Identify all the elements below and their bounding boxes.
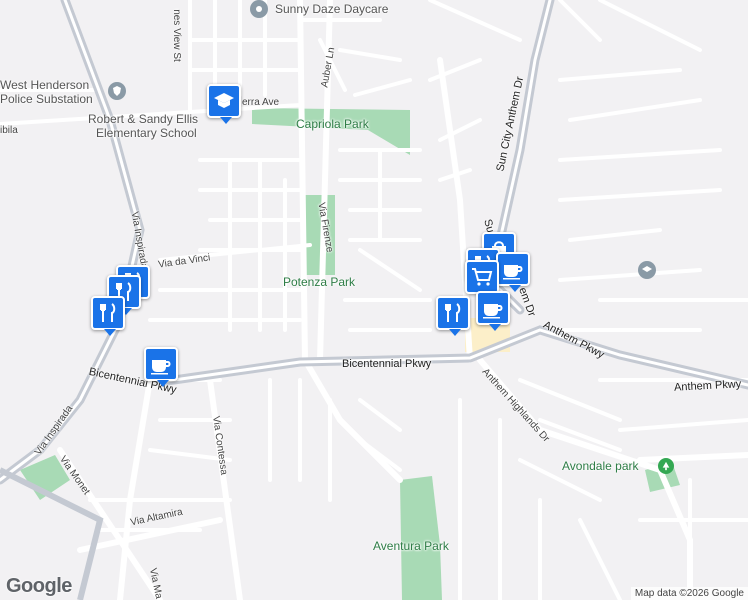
coffee-cup-icon [151,360,171,375]
school-label-line1[interactable]: Robert & Sandy Ellis [88,112,198,126]
police-label-line2[interactable]: Police Substation [0,92,93,106]
avondale-park-label[interactable]: Avondale park [562,459,639,473]
restaurant-icon [100,303,116,322]
serra-ave-label: erra Ave [242,97,280,108]
google-logo[interactable]: Google [6,575,72,598]
restaurant-marker[interactable] [91,296,125,336]
capriola-park-area[interactable] [252,108,410,155]
capriola-park-label[interactable]: Capriola Park [296,117,369,131]
tree-icon[interactable] [658,458,674,474]
cap-icon [642,266,652,272]
daycare-pin-icon[interactable] [250,0,268,18]
aventura-park-label[interactable]: Aventura Park [373,539,449,553]
coffee-cup-icon [483,304,503,319]
coffee-cup-icon [503,265,523,280]
tree-shape-icon [662,461,670,471]
cafe-marker[interactable] [476,291,510,331]
dunes-view-st-label: nes View St [170,9,182,62]
cafe-marker-east-top[interactable] [496,252,530,292]
restaurant-icon [445,303,461,322]
potenza-park-label[interactable]: Potenza Park [283,275,355,289]
police-pin-icon[interactable] [108,82,126,100]
cafe-marker-west[interactable] [144,347,178,387]
abila-label: ibila [0,125,18,136]
restaurant-marker-east[interactable] [436,296,470,336]
shopping-cart-icon [472,268,493,286]
daycare-label[interactable]: Sunny Daze Daycare [275,2,388,16]
school-icon [214,93,234,108]
pin-dot-icon [256,6,262,12]
bicentennial-pkwy-east-label: Bicentennial Pkwy [342,358,432,370]
education-pin-icon[interactable] [638,261,656,279]
school-marker[interactable] [207,84,241,124]
aventura-park-area[interactable] [400,476,442,600]
badge-icon [113,86,121,96]
map-attribution[interactable]: Map data ©2026 Google [630,587,748,600]
police-label-line1[interactable]: West Henderson [0,78,89,92]
grocery-marker[interactable] [465,260,499,300]
school-label-line2[interactable]: Elementary School [96,126,197,140]
